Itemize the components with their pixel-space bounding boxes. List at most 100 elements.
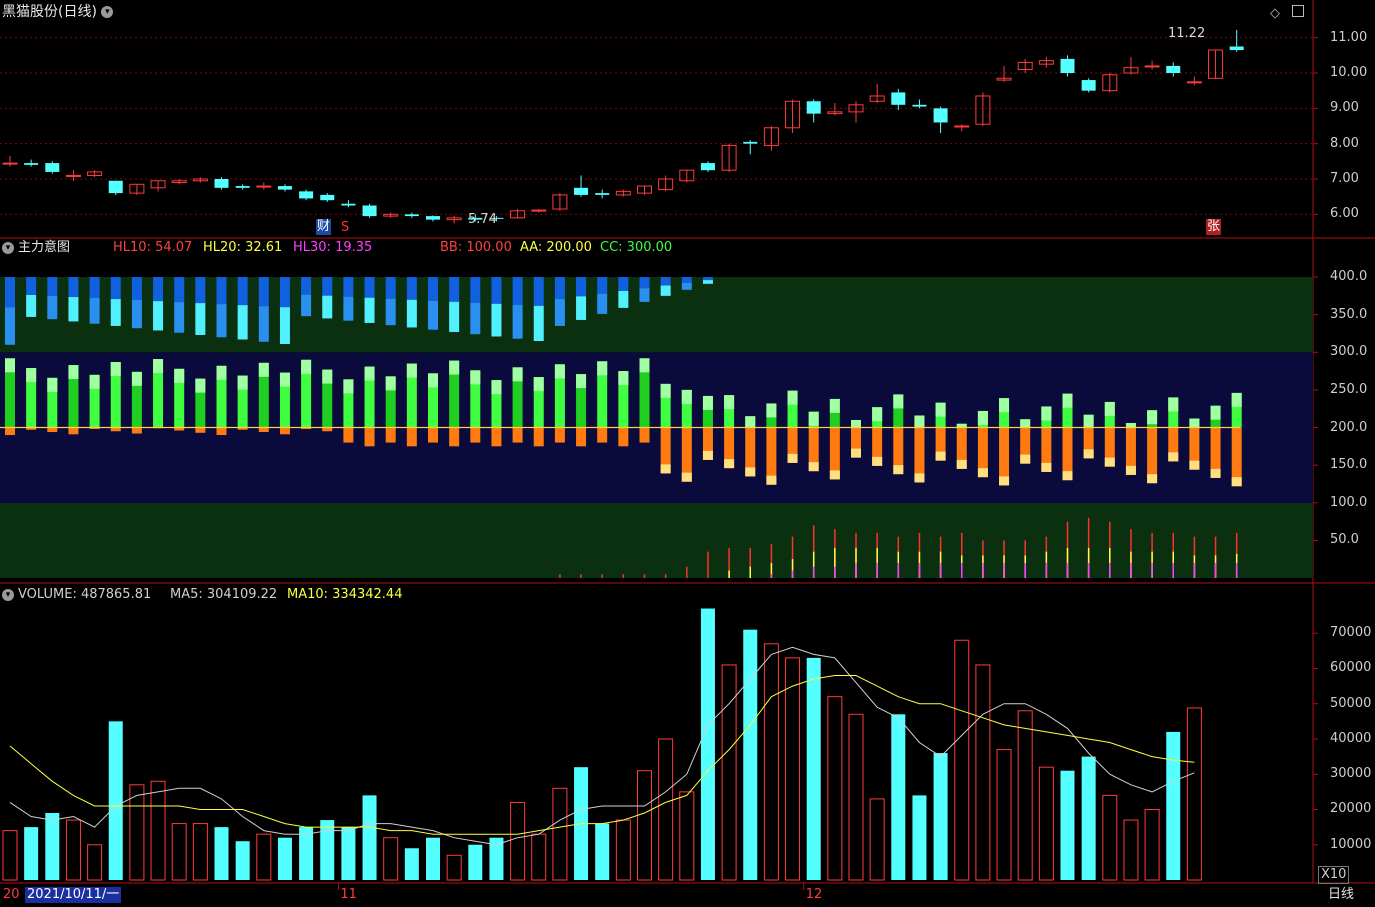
candle-body-up: [1144, 65, 1160, 68]
intent-bar-green-cap: [851, 420, 861, 428]
volume-bar-up: [763, 643, 779, 881]
price-tick-label: 7.00: [1330, 171, 1359, 186]
intent-bar-green-cap: [808, 411, 819, 426]
intent-bar-upper: [597, 293, 608, 314]
period-label[interactable]: 日线: [1328, 887, 1354, 903]
stock-chart[interactable]: [0, 0, 1375, 907]
price-tick-label: 10.00: [1330, 65, 1368, 80]
volume-bar-down: [426, 837, 440, 880]
intent-bar-orange-cap: [872, 456, 883, 466]
zhang-mark[interactable]: 张: [1206, 219, 1222, 235]
intent-bar-green-cap: [110, 362, 121, 377]
cai-mark[interactable]: 财: [316, 219, 332, 235]
volume-header[interactable]: ▾ VOLUME: 487865.81: [2, 587, 151, 603]
candle-body-down: [426, 216, 440, 220]
volume-bar-down: [320, 820, 335, 880]
intent-bar-orange: [576, 427, 587, 447]
intent-bar-upper: [174, 277, 185, 303]
candle-body-down: [891, 92, 906, 105]
intent-bar-upper: [237, 305, 248, 340]
volume-bar-down: [700, 608, 715, 880]
intent-bar-upper: [702, 280, 713, 284]
intent-bar-green-cap: [1041, 406, 1052, 421]
volume-bar-up: [637, 770, 652, 881]
intent-bar-green-cap: [470, 370, 481, 385]
intent-bar-green-cap: [364, 366, 375, 381]
intent-bar-green-cap: [893, 394, 904, 409]
cc-label: CC: 300.00: [600, 240, 673, 255]
intent-bar-green-cap: [914, 415, 925, 428]
volume-bar-up: [256, 833, 272, 881]
intent-bar-upper: [237, 277, 248, 306]
intent-bar-green-cap: [829, 398, 840, 413]
hl30-label: HL30: 19.35: [293, 240, 373, 255]
intent-bar-upper: [554, 277, 565, 300]
intent-bar-orange-cap: [851, 448, 861, 458]
dropdown-icon[interactable]: ▾: [2, 241, 14, 254]
date-cursor[interactable]: 2021/10/11/一: [25, 887, 122, 903]
window-controls[interactable]: ◇: [1270, 5, 1305, 22]
intent-bar-green-cap: [639, 358, 650, 373]
intent-bar-orange: [47, 427, 58, 433]
intent-bar-upper: [618, 290, 629, 308]
intent-bar-green-cap: [660, 383, 671, 398]
volume-bar-down: [1166, 731, 1181, 880]
intent-bar-orange-cap: [1210, 468, 1221, 478]
intent-bar-green-cap: [385, 376, 396, 391]
intent-bar-green-cap: [1062, 393, 1073, 408]
diamond-icon[interactable]: ◇: [1270, 6, 1280, 21]
dropdown-icon[interactable]: ▾: [2, 588, 14, 601]
candle-body-down: [574, 187, 589, 195]
intent-bar-orange-cap: [745, 467, 756, 477]
volume-bar-up: [954, 639, 970, 881]
intent-bar-upper: [5, 307, 15, 345]
intent-bar-upper: [279, 307, 290, 345]
intent-bar-orange: [343, 427, 354, 443]
intent-bar-upper: [681, 282, 692, 290]
intent-bar-orange-cap: [808, 462, 819, 472]
intent-bar-upper: [660, 277, 671, 286]
intent-bar-orange-cap: [999, 476, 1010, 486]
intent-bar-upper: [195, 303, 206, 335]
indicator-tick-label: 200.0: [1330, 419, 1368, 435]
intent-bar-upper: [322, 295, 333, 319]
volume-bar-up: [848, 713, 864, 881]
intent-bar-upper: [428, 277, 438, 301]
intent-bar-upper: [153, 301, 164, 331]
indicator-header[interactable]: ▾ 主力意图: [2, 240, 70, 256]
s-mark[interactable]: S: [341, 220, 349, 236]
intent-bar-green-cap: [279, 372, 290, 387]
intent-bar-orange-cap: [1083, 449, 1094, 459]
indicator-tick-label: 300.0: [1330, 344, 1368, 360]
intent-bar-green-cap: [153, 359, 164, 374]
intent-bar-upper: [89, 298, 100, 324]
candle-body-up: [256, 185, 272, 188]
restore-icon[interactable]: [1292, 5, 1305, 17]
intent-bar-orange: [5, 427, 15, 436]
intent-bar-orange-cap: [681, 472, 692, 482]
intent-bar-upper: [364, 297, 375, 323]
volume-bar-down: [341, 827, 356, 880]
intent-bar-green-cap: [681, 389, 692, 404]
chart-title[interactable]: 黑猫股份(日线) ▾: [2, 4, 117, 20]
intent-bar-green-cap: [618, 371, 629, 386]
volume-bar-down: [743, 629, 758, 880]
intent-bar-upper: [322, 277, 333, 296]
candle-body-down: [108, 180, 123, 194]
intent-bar-upper: [639, 277, 650, 289]
intent-bar-orange: [491, 427, 502, 447]
intent-bar-upper: [618, 277, 629, 291]
intent-bar-orange-cap: [724, 459, 735, 469]
intent-bar-orange: [364, 427, 375, 447]
x-tick-label: 12: [805, 887, 823, 902]
intent-bar-green-cap: [935, 402, 946, 417]
candle-body-down: [933, 108, 948, 123]
volume-bar-up: [1102, 794, 1118, 881]
volume-bar-up: [1186, 707, 1202, 881]
intent-bar-green-cap: [1020, 419, 1031, 428]
dropdown-icon[interactable]: ▾: [101, 6, 114, 18]
volume-bar-up: [192, 823, 208, 881]
intent-bar-upper: [639, 288, 650, 302]
intent-bar-upper: [131, 277, 142, 301]
candle-body-down: [1229, 46, 1244, 51]
